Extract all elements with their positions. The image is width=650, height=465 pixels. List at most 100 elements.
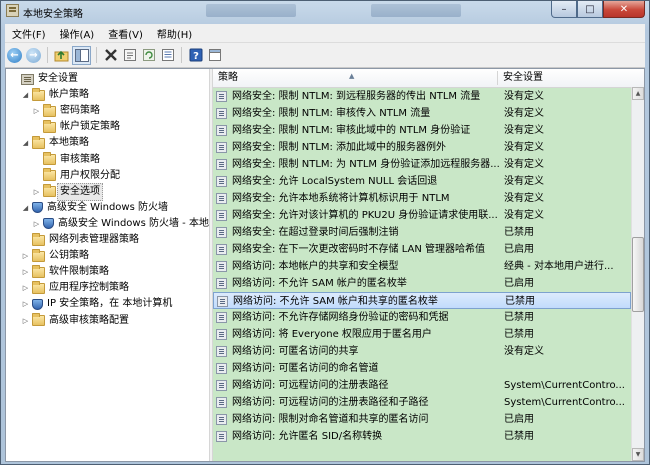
policy-cell: 网络安全: 在下一次更改密码时不存储 LAN 管理器哈希值 xyxy=(216,241,500,258)
folder-icon xyxy=(43,119,56,133)
tree-item[interactable]: 网络列表管理器策略 xyxy=(21,232,139,248)
policy-row[interactable]: 网络访问: 本地帐户的共享和安全模型 经典 - 对本地用户进行... xyxy=(213,258,631,275)
policy-row[interactable]: 网络访问: 不允许 SAM 帐户和共享的匿名枚举 已禁用 xyxy=(213,292,631,309)
tree-item[interactable]: 用户权限分配 xyxy=(32,168,120,184)
title-bar[interactable]: 本地安全策略 – □ ✕ xyxy=(1,1,649,21)
collapsed-toggle-icon[interactable]: ▷ xyxy=(21,313,30,329)
menu-action[interactable]: 操作(A) xyxy=(53,26,102,41)
menu-help[interactable]: 帮助(H) xyxy=(150,26,199,41)
expanded-toggle-icon[interactable]: ◢ xyxy=(21,87,30,103)
close-button[interactable]: ✕ xyxy=(603,1,645,18)
policy-name: 网络访问: 可远程访问的注册表路径和子路径 xyxy=(232,397,429,408)
vertical-scrollbar[interactable]: ▲ ▼ xyxy=(631,87,644,461)
minimize-button[interactable]: – xyxy=(551,1,577,18)
collapsed-toggle-icon[interactable]: ▷ xyxy=(21,264,30,280)
help-button[interactable]: ? xyxy=(187,47,204,64)
collapsed-toggle-icon[interactable]: ▷ xyxy=(21,296,30,312)
tree-item[interactable]: ◢ 高级安全 Windows 防火墙 xyxy=(21,200,168,216)
expanded-toggle-icon[interactable]: ◢ xyxy=(21,135,30,151)
column-header-policy[interactable]: 策略 ▲ xyxy=(213,69,497,87)
policy-row[interactable]: 网络访问: 允许匿名 SID/名称转换 已禁用 xyxy=(213,428,631,445)
policy-icon xyxy=(216,176,227,187)
menu-file[interactable]: 文件(F) xyxy=(5,26,53,41)
policy-row[interactable]: 网络安全: 限制 NTLM: 添加此域中的服务器例外 没有定义 xyxy=(213,139,631,156)
show-hide-tree-button[interactable] xyxy=(72,45,91,65)
policy-row[interactable]: 网络安全: 允许 LocalSystem NULL 会话回退 没有定义 xyxy=(213,173,631,190)
tree-item[interactable]: ▷ 安全选项 xyxy=(32,182,103,201)
policy-icon xyxy=(216,261,227,272)
tree-item[interactable]: ◢ 帐户策略 xyxy=(21,87,89,103)
delete-button[interactable] xyxy=(102,47,119,64)
policy-icon xyxy=(216,380,227,391)
sort-ascending-icon: ▲ xyxy=(349,72,355,80)
scroll-down-button[interactable]: ▼ xyxy=(632,448,644,461)
security-setting-value: 已启用 xyxy=(504,278,534,289)
forward-button[interactable]: → xyxy=(25,47,42,64)
collapsed-toggle-icon[interactable]: ▷ xyxy=(21,280,30,296)
collapsed-toggle-icon[interactable]: ▷ xyxy=(21,248,30,264)
console-button[interactable] xyxy=(206,47,223,64)
properties-icon xyxy=(123,49,136,61)
expanded-toggle-icon[interactable]: ◢ xyxy=(21,200,30,216)
scroll-thumb[interactable] xyxy=(632,237,644,312)
policy-row[interactable]: 网络安全: 限制 NTLM: 为 NTLM 身份验证添加远程服务器... 没有定义 xyxy=(213,156,631,173)
scroll-up-button[interactable]: ▲ xyxy=(632,87,644,100)
column-header-policy-label: 策略 xyxy=(218,72,238,83)
refresh-button[interactable] xyxy=(140,47,157,64)
tree-item[interactable]: 审核策略 xyxy=(32,152,100,168)
policy-row[interactable]: 网络访问: 不允许存储网络身份验证的密码和凭据 已禁用 xyxy=(213,309,631,326)
collapsed-toggle-icon[interactable]: ▷ xyxy=(32,184,41,200)
policy-row[interactable]: 网络安全: 在超过登录时间后强制注销 已禁用 xyxy=(213,224,631,241)
maximize-button[interactable]: □ xyxy=(577,1,603,18)
toolbar-separator xyxy=(96,47,97,63)
menu-view[interactable]: 查看(V) xyxy=(101,26,150,41)
tree-item[interactable]: ▷ 应用程序控制策略 xyxy=(21,280,129,296)
policy-row[interactable]: 网络安全: 在下一次更改密码时不存储 LAN 管理器哈希值 已启用 xyxy=(213,241,631,258)
policy-icon xyxy=(217,296,228,307)
up-one-level-button[interactable] xyxy=(53,47,70,64)
policy-name: 网络访问: 不允许存储网络身份验证的密码和凭据 xyxy=(232,312,449,323)
policy-row[interactable]: 网络安全: 限制 NTLM: 审核传入 NTLM 流量 没有定义 xyxy=(213,105,631,122)
tree-item[interactable]: ▷ 高级安全 Windows 防火墙 - 本地组策略对象 xyxy=(32,216,209,232)
back-button[interactable]: ← xyxy=(6,47,23,64)
policy-cell: 网络安全: 限制 NTLM: 到远程服务器的传出 NTLM 流量 xyxy=(216,88,500,105)
tree-item[interactable]: ▷ 公钥策略 xyxy=(21,248,89,264)
policy-icon xyxy=(216,278,227,289)
tree-item[interactable]: 帐户锁定策略 xyxy=(32,119,120,135)
policy-cell: 网络安全: 允许 LocalSystem NULL 会话回退 xyxy=(216,173,500,190)
column-header-setting[interactable]: 安全设置 xyxy=(498,69,638,87)
policy-list-pane: 策略 ▲ 安全设置 网络安全: 限制 NTLM: 到远程服务器的传出 NTLM … xyxy=(213,69,644,461)
collapsed-toggle-icon[interactable]: ▷ xyxy=(32,103,41,119)
tree-item[interactable]: ▷ 密码策略 xyxy=(32,103,100,119)
security-setting-value: 没有定义 xyxy=(504,91,544,102)
policy-row[interactable]: 网络访问: 将 Everyone 权限应用于匿名用户 已禁用 xyxy=(213,326,631,343)
tree-item[interactable]: ▷ 高级审核策略配置 xyxy=(21,313,129,329)
policy-row[interactable]: 网络安全: 允许对该计算机的 PKU2U 身份验证请求使用联... 没有定义 xyxy=(213,207,631,224)
app-icon xyxy=(6,4,19,17)
tree-item[interactable]: ▷ 软件限制策略 xyxy=(21,264,109,280)
tree-item[interactable]: ▷ IP 安全策略，在 本地计算机 xyxy=(21,296,172,312)
policy-row[interactable]: 网络访问: 限制对命名管道和共享的匿名访问 已启用 xyxy=(213,411,631,428)
export-list-button[interactable] xyxy=(159,47,176,64)
policy-row[interactable]: 网络安全: 限制 NTLM: 到远程服务器的传出 NTLM 流量 没有定义 xyxy=(213,88,631,105)
policy-row[interactable]: 网络访问: 可远程访问的注册表路径和子路径 System\CurrentContr… xyxy=(213,394,631,411)
policy-row[interactable]: 网络安全: 限制 NTLM: 审核此域中的 NTLM 身份验证 没有定义 xyxy=(213,122,631,139)
background-taskbar-ghost xyxy=(371,4,461,17)
tree-item[interactable]: ◢ 本地策略 xyxy=(21,135,89,151)
back-arrow-icon: ← xyxy=(7,47,22,63)
policy-row[interactable]: 网络访问: 不允许 SAM 帐户的匿名枚举 已启用 xyxy=(213,275,631,292)
policy-row[interactable]: 网络访问: 可远程访问的注册表路径 System\CurrentContro... xyxy=(213,377,631,394)
policy-row[interactable]: 网络访问: 可匿名访问的共享 没有定义 xyxy=(213,343,631,360)
policy-name: 网络安全: 限制 NTLM: 添加此域中的服务器例外 xyxy=(232,142,447,153)
policy-cell: 网络访问: 允许匿名 SID/名称转换 xyxy=(216,428,500,445)
collapsed-toggle-icon[interactable]: ▷ xyxy=(32,216,41,232)
tree-item[interactable]: 安全设置 xyxy=(10,71,78,87)
shield-icon xyxy=(43,218,54,230)
export-list-icon xyxy=(161,49,174,61)
policy-row[interactable]: 网络安全: 允许本地系统将计算机标识用于 NTLM 没有定义 xyxy=(213,190,631,207)
policy-cell: 网络访问: 可匿名访问的共享 xyxy=(216,343,500,360)
policy-name: 网络安全: 限制 NTLM: 审核此域中的 NTLM 身份验证 xyxy=(232,125,471,136)
properties-button[interactable] xyxy=(121,47,138,64)
policy-row[interactable]: 网络访问: 可匿名访问的命名管道 xyxy=(213,360,631,377)
tree-pane: 安全设置 ◢ 帐户策略 ▷ 密码策略 帐户锁定策略 ◢ 本地策略 审核策略 用户权限分配 ▷ 安全选项… xyxy=(6,69,209,461)
